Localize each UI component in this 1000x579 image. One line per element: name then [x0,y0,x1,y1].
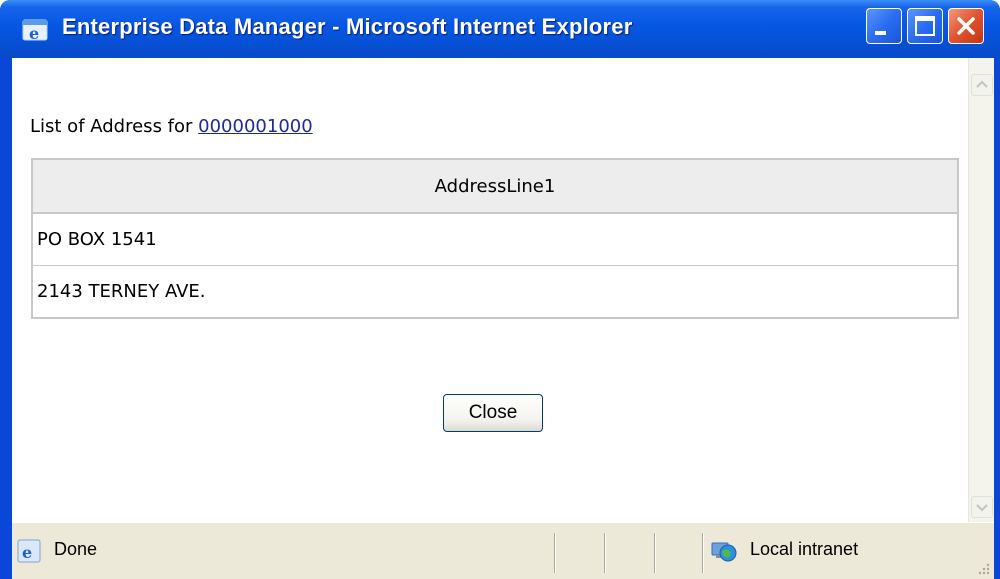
page-content: List of Address for 0000001000 AddressLi… [12,58,968,522]
title-bar[interactable]: e Enterprise Data Manager - Microsoft In… [0,0,1000,58]
page-heading: List of Address for 0000001000 [30,116,313,137]
minimize-icon [875,31,886,35]
close-window-button[interactable] [948,8,984,44]
window-frame-right [994,58,1000,579]
customer-id-link[interactable]: 0000001000 [198,116,313,137]
minimize-button[interactable] [866,8,902,44]
maximize-icon [915,16,935,36]
status-text: Done [54,539,98,559]
heading-prefix: List of Address for [30,116,193,137]
table-cell: 2143 TERNEY AVE. [33,265,957,317]
status-divider [702,533,704,573]
table-row: 2143 TERNEY AVE. [33,265,957,317]
local-intranet-icon [711,542,737,562]
close-button[interactable]: Close [443,394,543,432]
column-header-addressline1[interactable]: AddressLine1 [33,160,957,213]
svg-text:e: e [29,24,39,43]
status-divider [604,533,606,573]
status-divider [654,533,656,573]
svg-text:e: e [22,543,32,562]
status-bar: e Done Local intranet [12,522,994,579]
security-zone-label: Local intranet [750,539,859,559]
table-cell: PO BOX 1541 [33,213,957,265]
ie-logo-icon: e [22,19,48,43]
ie-page-icon: e [17,539,41,563]
scroll-up-button[interactable] [971,74,993,96]
browser-window: e Enterprise Data Manager - Microsoft In… [0,0,1000,579]
window-title: Enterprise Data Manager - Microsoft Inte… [62,14,633,39]
close-icon [957,17,975,35]
window-frame-left [0,58,12,579]
table-row: PO BOX 1541 [33,213,957,265]
chevron-up-icon [976,80,988,88]
vertical-scrollbar[interactable] [968,58,994,522]
scroll-down-button[interactable] [971,496,993,518]
table-header-row: AddressLine1 [33,160,957,213]
status-divider [554,533,556,573]
resize-grip-icon[interactable] [976,561,990,575]
chevron-down-icon [976,504,988,512]
address-table: AddressLine1 PO BOX 1541 2143 TERNEY AVE… [31,158,959,319]
maximize-button[interactable] [907,8,943,44]
